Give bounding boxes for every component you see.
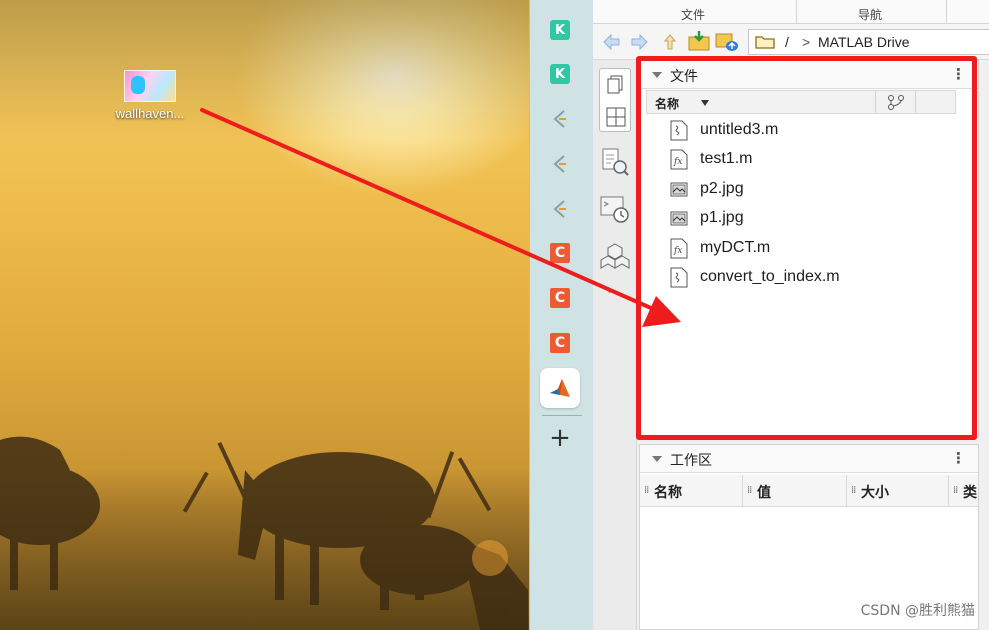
address-toolbar: / > MATLAB Drive (593, 24, 989, 60)
address-bar[interactable]: / > MATLAB Drive (748, 29, 989, 55)
folder-icon (755, 36, 775, 49)
left-tool-rail: ·· (593, 60, 637, 630)
app-k-icon[interactable]: K (550, 20, 570, 40)
workspace-panel-title: 工作区 (670, 453, 712, 469)
column-size[interactable]: ⁞⁞ 大小 (847, 475, 949, 507)
back-arrow-icon[interactable] (603, 33, 621, 51)
rail-panel-group (599, 68, 631, 132)
highlight-box (636, 56, 977, 440)
app-c-icon[interactable]: C (550, 333, 570, 353)
app-c-icon[interactable]: C (550, 243, 570, 263)
app-k-icon[interactable]: K (550, 64, 570, 84)
breadcrumb-location[interactable]: MATLAB Drive (818, 34, 910, 50)
dock-divider (542, 415, 582, 416)
files-panel-icon[interactable] (607, 75, 625, 95)
column-class[interactable]: ⁞⁞ 类 (949, 475, 980, 507)
collapse-triangle-icon[interactable] (652, 456, 662, 462)
column-value[interactable]: ⁞⁞ 值 (743, 475, 847, 507)
app-quill-icon[interactable] (544, 193, 576, 225)
browse-folder-icon[interactable] (688, 30, 710, 52)
tab-file[interactable]: 文件 (681, 6, 705, 23)
workspace-panel-icon[interactable] (606, 107, 626, 127)
app-quill-icon[interactable] (544, 148, 576, 180)
workspace-panel-menu-icon[interactable]: ⋮ (951, 448, 966, 468)
desktop-wallpaper (0, 0, 529, 630)
forward-arrow-icon[interactable] (630, 33, 648, 51)
image-thumbnail-icon (124, 70, 176, 102)
desktop-file-icon[interactable]: wallhaven... (104, 70, 196, 121)
app-dock: K K C C C + (529, 0, 593, 630)
cloud-folder-icon[interactable] (715, 30, 739, 52)
watermark: CSDN @胜利熊猫 (860, 603, 975, 619)
toolstrip-tabs: 文件 导航 (593, 0, 989, 24)
add-app-icon[interactable]: + (544, 422, 576, 454)
rail-more-icon[interactable]: ·· (607, 285, 616, 301)
breadcrumb-separator: > (802, 34, 811, 50)
find-files-icon[interactable] (599, 146, 631, 178)
workspace-column-header: ⁞⁞ 名称 ⁞⁞ 值 ⁞⁞ 大小 ⁞⁞ 类 (640, 475, 978, 507)
column-name[interactable]: ⁞⁞ 名称 (640, 475, 743, 507)
deer-silhouettes (0, 436, 528, 630)
up-folder-icon[interactable] (661, 33, 679, 51)
desktop-file-label: wallhaven... (115, 106, 185, 121)
breadcrumb-root[interactable]: / (785, 34, 789, 50)
app-quill-icon[interactable] (544, 103, 576, 135)
add-ons-icon[interactable] (599, 240, 631, 272)
command-history-icon[interactable] (599, 194, 631, 226)
tab-navigate[interactable]: 导航 (858, 6, 882, 23)
app-c-icon[interactable]: C (550, 288, 570, 308)
workspace-panel-header: 工作区 ⋮ (640, 445, 978, 473)
matlab-app-icon[interactable] (540, 368, 580, 408)
